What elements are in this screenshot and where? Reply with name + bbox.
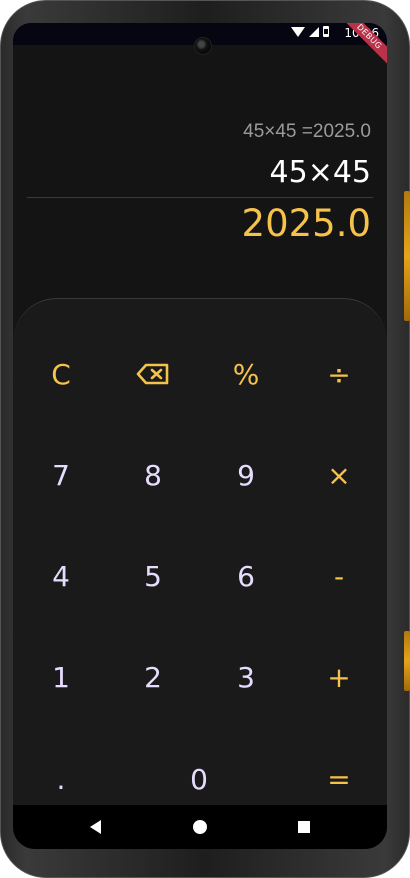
volume-button: [404, 191, 410, 321]
digit-label: 6: [237, 559, 255, 593]
clear-label: C: [51, 357, 71, 391]
status-icons: [291, 26, 329, 37]
expression-text: 45×45: [269, 155, 371, 190]
clear-button[interactable]: C: [21, 344, 101, 404]
digit-label: 9: [237, 458, 255, 492]
digit-5-button[interactable]: 5: [113, 546, 193, 606]
multiply-label: ×: [327, 458, 351, 492]
minus-label: -: [333, 559, 345, 593]
back-icon[interactable]: [90, 820, 101, 834]
wifi-icon: [291, 26, 305, 37]
keypad: C % ÷ 7 8 9 × 4 5 6 - 1 2 3 + . 0 =: [13, 298, 387, 807]
plus-button[interactable]: +: [299, 647, 379, 707]
decimal-label: .: [56, 762, 66, 796]
digit-7-button[interactable]: 7: [21, 445, 101, 505]
digit-9-button[interactable]: 9: [206, 445, 286, 505]
digit-label: 4: [52, 559, 70, 593]
digit-label: 2: [144, 660, 162, 694]
digit-4-button[interactable]: 4: [21, 546, 101, 606]
equals-label: =: [327, 762, 351, 796]
digit-label: 5: [144, 559, 162, 593]
digit-label: 3: [237, 660, 255, 694]
divider: [27, 197, 373, 198]
screen: 10:06 DEBUG 45×45 =2025.0 45×45 2025.0 C…: [13, 23, 387, 849]
percent-button[interactable]: %: [206, 344, 286, 404]
divide-label: ÷: [327, 357, 351, 391]
battery-icon: [323, 26, 329, 37]
digit-label: 1: [52, 660, 70, 694]
digit-label: 0: [190, 762, 208, 796]
plus-label: +: [327, 660, 351, 694]
navigation-bar: [13, 805, 387, 849]
result-text: 2025.0: [241, 202, 371, 245]
recents-icon[interactable]: [298, 821, 310, 833]
calculator-display: 45×45 =2025.0 45×45 2025.0: [13, 45, 387, 305]
decimal-button[interactable]: .: [21, 749, 101, 809]
minus-button[interactable]: -: [299, 546, 379, 606]
equals-button[interactable]: =: [299, 749, 379, 809]
backspace-button[interactable]: [113, 344, 193, 404]
digit-8-button[interactable]: 8: [113, 445, 193, 505]
digit-6-button[interactable]: 6: [206, 546, 286, 606]
digit-3-button[interactable]: 3: [206, 647, 286, 707]
power-button: [404, 631, 410, 691]
percent-label: %: [232, 357, 260, 391]
signal-icon: [309, 26, 319, 37]
phone-frame: 10:06 DEBUG 45×45 =2025.0 45×45 2025.0 C…: [0, 0, 410, 878]
multiply-button[interactable]: ×: [299, 445, 379, 505]
backspace-icon: [136, 363, 169, 385]
home-icon[interactable]: [193, 820, 207, 834]
digit-label: 8: [144, 458, 162, 492]
history-text: 45×45 =2025.0: [243, 121, 371, 142]
digit-2-button[interactable]: 2: [113, 647, 193, 707]
divide-button[interactable]: ÷: [299, 344, 379, 404]
digit-0-button[interactable]: 0: [159, 749, 239, 809]
digit-label: 7: [52, 458, 70, 492]
digit-1-button[interactable]: 1: [21, 647, 101, 707]
